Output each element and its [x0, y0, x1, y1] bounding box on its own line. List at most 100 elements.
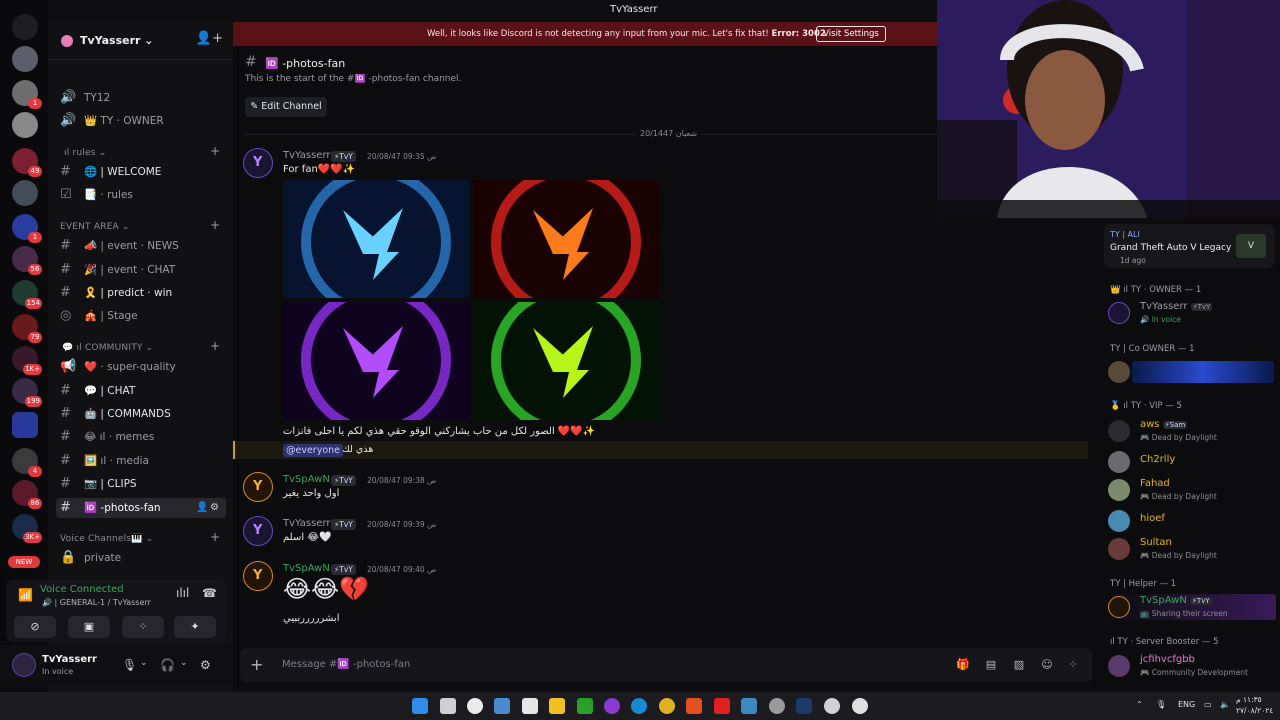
channel-photos-fan[interactable]: # 🆔 -photos-fan 👤 ⚙	[56, 498, 226, 518]
screen-share-button[interactable]: ▣	[68, 616, 110, 638]
headphones-icon[interactable]: 🎧	[160, 658, 175, 672]
app-icon[interactable]	[494, 698, 510, 714]
channel-event-news[interactable]: # 📣 | event · NEWS	[56, 236, 226, 256]
store-icon[interactable]	[522, 698, 538, 714]
chrome-icon[interactable]	[659, 698, 675, 714]
avatar[interactable]	[243, 516, 273, 546]
microphone-icon[interactable]: 🎙	[122, 658, 137, 672]
apps-icon[interactable]: ⁘	[1066, 658, 1080, 672]
task-view-icon[interactable]	[440, 698, 456, 714]
category-rules[interactable]: ıl rules ⌄	[64, 148, 106, 158]
member-item[interactable]: aws ⚡Sam 🎮 Dead by Daylight	[1108, 418, 1276, 446]
avatar[interactable]	[12, 653, 36, 677]
server-icon[interactable]: 1	[12, 214, 42, 243]
avatar[interactable]	[243, 148, 273, 178]
tray-chevron-icon[interactable]: ⌃	[1136, 700, 1143, 709]
camera-off-button[interactable]: ⊘	[14, 616, 56, 638]
edit-channel-button[interactable]: ✎ Edit Channel	[245, 97, 327, 117]
invite-icon[interactable]: 👤	[196, 498, 208, 518]
category-community[interactable]: 💬 ıl COMMUNITY ⌄	[62, 343, 153, 353]
avatar[interactable]	[243, 561, 273, 591]
invite-people-icon[interactable]: 👤+	[196, 31, 223, 46]
category-event-area[interactable]: EVENT AREA ⌄	[60, 222, 130, 232]
avatar[interactable]	[243, 472, 273, 502]
server-icon[interactable]	[12, 46, 38, 72]
attachment-image[interactable]	[473, 302, 659, 420]
server-icon[interactable]	[12, 14, 38, 40]
server-icon[interactable]: 79	[12, 314, 42, 343]
chevron-down-icon[interactable]: ⌄	[180, 658, 188, 668]
attachment-image[interactable]	[473, 180, 659, 298]
app-icon[interactable]	[852, 698, 868, 714]
activity-card[interactable]: TY | ALI Grand Theft Auto V Legacy 1d ag…	[1104, 224, 1274, 268]
message-input[interactable]: Message #🆔 -photos-fan	[282, 659, 410, 670]
voice-channel-owner[interactable]: 🔊 👑 TY · OWNER	[56, 111, 226, 131]
file-explorer-icon[interactable]	[549, 698, 565, 714]
voice-channel-private[interactable]: 🔒 private	[56, 548, 226, 568]
disconnect-icon[interactable]: ☎	[202, 586, 217, 600]
edge-icon[interactable]	[631, 698, 647, 714]
emoji-icon[interactable]: ☺	[1040, 658, 1054, 672]
gift-icon[interactable]: 🎁	[956, 658, 970, 672]
microphone-icon[interactable]: 🎙	[1156, 700, 1166, 709]
channel-rules[interactable]: ☑ 📑 · rules	[56, 185, 226, 205]
new-badge[interactable]: NEW	[8, 556, 40, 568]
app-icon[interactable]	[467, 698, 483, 714]
message-author[interactable]: TvSpAwN	[283, 563, 330, 574]
gear-icon[interactable]: ⚙	[210, 498, 219, 518]
attachment-image[interactable]	[283, 180, 469, 298]
message-composer[interactable]: + Message #🆔 -photos-fan 🎁 ▤ ▧ ☺ ⁘	[240, 648, 1092, 682]
member-item[interactable]: TvSpAwN ⚡TvY 📺 Sharing their screen	[1108, 594, 1276, 622]
app-icon[interactable]	[604, 698, 620, 714]
voice-channel-ty12[interactable]: 🔊 TY12	[56, 88, 226, 108]
server-icon[interactable]: 49	[12, 148, 42, 177]
app-icon[interactable]	[741, 698, 757, 714]
obs-icon[interactable]	[824, 698, 840, 714]
server-header[interactable]: TvYasserr ⌄ 👤+	[48, 22, 233, 60]
server-icon[interactable]: 1	[12, 80, 42, 109]
channel-chat[interactable]: # 💬 | CHAT	[56, 381, 226, 401]
volume-icon[interactable]: 🔈	[1220, 700, 1230, 709]
channel-event-chat[interactable]: # 🎉 | event · CHAT	[56, 260, 226, 280]
server-icon[interactable]: 154	[12, 280, 42, 309]
folder-icon[interactable]	[12, 412, 38, 438]
app-icon[interactable]	[769, 698, 785, 714]
member-item[interactable]: Fahad 🎮 Dead by Daylight	[1108, 477, 1276, 505]
server-icon[interactable]: 56	[12, 246, 42, 275]
add-channel-icon[interactable]: +	[210, 144, 220, 158]
channel-commands[interactable]: # 🤖 | COMMANDS	[56, 404, 226, 424]
windows-start-icon[interactable]	[412, 698, 428, 714]
member-item[interactable]: TvYasserr ⚡TvY 🔊 In voice	[1108, 300, 1276, 328]
noise-suppression-icon[interactable]: ılıl	[176, 586, 189, 600]
member-item[interactable]: jcfihvcfgbb 🎮 Community Development	[1108, 653, 1276, 681]
server-icon[interactable]: 86	[12, 480, 42, 509]
add-channel-icon[interactable]: +	[210, 339, 220, 353]
channel-welcome[interactable]: # 🌐 | WELCOME	[56, 162, 226, 182]
message-author[interactable]: TvYasserr	[283, 150, 331, 161]
chevron-down-icon[interactable]: ⌄	[140, 658, 148, 668]
attach-plus-icon[interactable]: +	[250, 655, 263, 674]
channel-clips[interactable]: # 📷 | CLIPS	[56, 474, 226, 494]
gif-icon[interactable]: ▤	[984, 658, 998, 672]
channel-media[interactable]: # 🖼️ ıl · media	[56, 451, 226, 471]
soundboard-button[interactable]: ✦	[174, 616, 216, 638]
server-icon[interactable]: 4	[12, 448, 42, 477]
channel-super-quality[interactable]: 📢 ❤️ · super-quality	[56, 357, 226, 377]
message-author[interactable]: TvYasserr	[283, 518, 331, 529]
settings-gear-icon[interactable]: ⚙	[200, 658, 211, 672]
sticker-icon[interactable]: ▧	[1012, 658, 1026, 672]
visit-settings-button[interactable]: Visit Settings	[816, 26, 886, 42]
member-item[interactable]: hioef	[1108, 508, 1276, 536]
attachment-image[interactable]	[283, 302, 469, 420]
server-icon[interactable]: 1K+	[12, 346, 42, 375]
message-author[interactable]: TvSpAwN	[283, 474, 330, 485]
channel-stage[interactable]: ◎ 🎪 | Stage	[56, 306, 226, 326]
steam-icon[interactable]	[796, 698, 812, 714]
mention-everyone[interactable]: @everyone	[283, 444, 344, 457]
clock-time[interactable]: ١١:٣٥ م	[1236, 695, 1262, 704]
channel-predict-win[interactable]: # 🎗️ | predict · win	[56, 283, 226, 303]
add-channel-icon[interactable]: +	[210, 530, 220, 544]
youtube-icon[interactable]	[714, 698, 730, 714]
add-channel-icon[interactable]: +	[210, 218, 220, 232]
clock-date[interactable]: ٢٧/٠٨/٢٠٢٤	[1236, 706, 1273, 715]
